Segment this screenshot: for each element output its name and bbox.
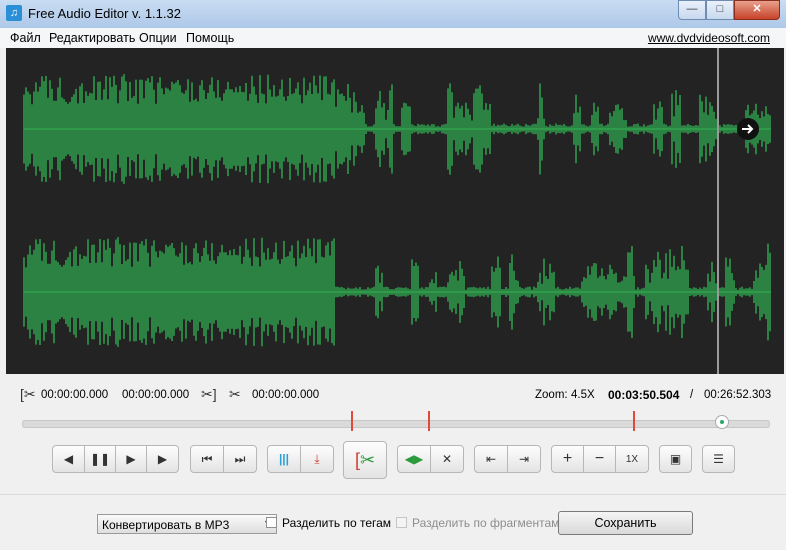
go-end-icon: ⇥: [518, 452, 530, 466]
pause-icon: ❚❚: [89, 452, 111, 466]
zoom-out-button[interactable]: −: [583, 445, 616, 473]
title-bar: ♫ Free Audio Editor v. 1.1.32 — □ ✕: [0, 0, 786, 29]
waveform-canvas: [23, 48, 771, 374]
skip-forward-button[interactable]: ⏭: [223, 445, 257, 473]
go-end-button[interactable]: ⇥: [507, 445, 541, 473]
download-arrow-icon: ⤓: [314, 451, 320, 466]
selection-end-time: 00:00:00.000: [122, 389, 190, 401]
play-selection-button[interactable]: ▶: [115, 445, 147, 473]
image-icon: ▣: [669, 452, 682, 466]
play-icon: ▶: [126, 452, 136, 466]
menu-file[interactable]: Файл: [10, 31, 41, 45]
zoom-value: 4.5X: [571, 389, 595, 401]
skip-forward-icon: ⏭: [234, 451, 246, 466]
maximize-button[interactable]: □: [706, 0, 734, 20]
menu-options[interactable]: Опции: [139, 31, 177, 45]
current-time: 00:03:50.504: [608, 388, 680, 402]
minus-icon: −: [594, 450, 605, 467]
rewind-button[interactable]: ◀: [52, 445, 85, 473]
menu-edit[interactable]: Редактировать: [49, 31, 135, 45]
menu-bar: Файл Редактировать Опции Помощь www.dvdv…: [0, 28, 786, 48]
minimize-button[interactable]: —: [678, 0, 706, 20]
marker-3[interactable]: [633, 411, 635, 431]
cover-image-button[interactable]: ▣: [659, 445, 692, 473]
cut-scissors-icon[interactable]: ✂: [229, 386, 241, 403]
split-by-fragments-label: Разделить по фрагментам: [412, 516, 560, 530]
go-start-icon: ⇤: [485, 452, 497, 466]
forward-button[interactable]: ▶: [146, 445, 179, 473]
pause-button[interactable]: ❚❚: [84, 445, 116, 473]
menu-help[interactable]: Помощь: [186, 31, 234, 45]
zoom-reset-button[interactable]: 1X: [615, 445, 649, 473]
cut-time: 00:00:00.000: [252, 389, 320, 401]
close-button[interactable]: ✕: [734, 0, 780, 20]
waveform-channel-left: [23, 74, 771, 184]
selection-start-icon[interactable]: [✂: [20, 386, 36, 403]
waveform-channel-right: [23, 237, 771, 347]
split-by-tags-checkbox[interactable]: [266, 517, 277, 528]
arrow-right-icon[interactable]: [737, 118, 759, 140]
plus-icon: +: [562, 450, 573, 467]
delete-icon: ✕: [441, 452, 453, 466]
time-info-row: [✂ 00:00:00.000 00:00:00.000 ✂] ✂ 00:00:…: [0, 382, 786, 406]
split-button[interactable]: ◀▶: [397, 445, 431, 473]
position-slider-knob[interactable]: [714, 415, 729, 429]
window-title: Free Audio Editor v. 1.1.32: [28, 6, 181, 21]
skip-back-button[interactable]: ⏮: [190, 445, 224, 473]
music-note-icon: ♫: [6, 5, 22, 21]
convert-format-value: Конвертировать в MP3: [102, 518, 230, 532]
marker-2[interactable]: [428, 411, 430, 431]
insert-marker-button[interactable]: ⤓: [300, 445, 334, 473]
settings-button[interactable]: ☰: [702, 445, 735, 473]
total-time: 00:26:52.303: [704, 389, 772, 401]
waveform-view[interactable]: [6, 48, 784, 374]
cut-button[interactable]: [✂: [343, 441, 387, 479]
divider: [0, 494, 786, 495]
scissors-icon: [✂: [354, 449, 376, 470]
markers-icon: |||: [278, 452, 290, 466]
sliders-icon: ☰: [713, 452, 724, 466]
zoom-reset-label: 1X: [625, 453, 639, 465]
split-by-tags-label: Разделить по тегам: [282, 516, 392, 530]
convert-format-select[interactable]: Конвертировать в MP3 ▼: [97, 514, 277, 534]
position-slider[interactable]: [22, 411, 770, 431]
time-separator: /: [690, 389, 694, 401]
split-icon: ◀▶: [404, 452, 424, 466]
selection-start-time: 00:00:00.000: [41, 389, 109, 401]
website-link[interactable]: www.dvdvideosoft.com: [648, 31, 770, 45]
split-by-fragments-checkbox[interactable]: [396, 517, 407, 528]
add-markers-button[interactable]: |||: [267, 445, 301, 473]
marker-1[interactable]: [351, 411, 353, 431]
arrow-right-icon: ▶: [157, 452, 168, 466]
arrow-left-icon: ◀: [63, 452, 74, 466]
go-start-button[interactable]: ⇤: [474, 445, 508, 473]
selection-end-icon[interactable]: ✂]: [201, 386, 217, 403]
delete-selection-button[interactable]: ✕: [430, 445, 464, 473]
window-controls: — □ ✕: [678, 0, 780, 20]
save-button[interactable]: Сохранить: [558, 511, 693, 535]
zoom-label: Zoom:: [535, 389, 568, 401]
zoom-in-button[interactable]: +: [551, 445, 584, 473]
skip-back-icon: ⏮: [201, 451, 213, 466]
